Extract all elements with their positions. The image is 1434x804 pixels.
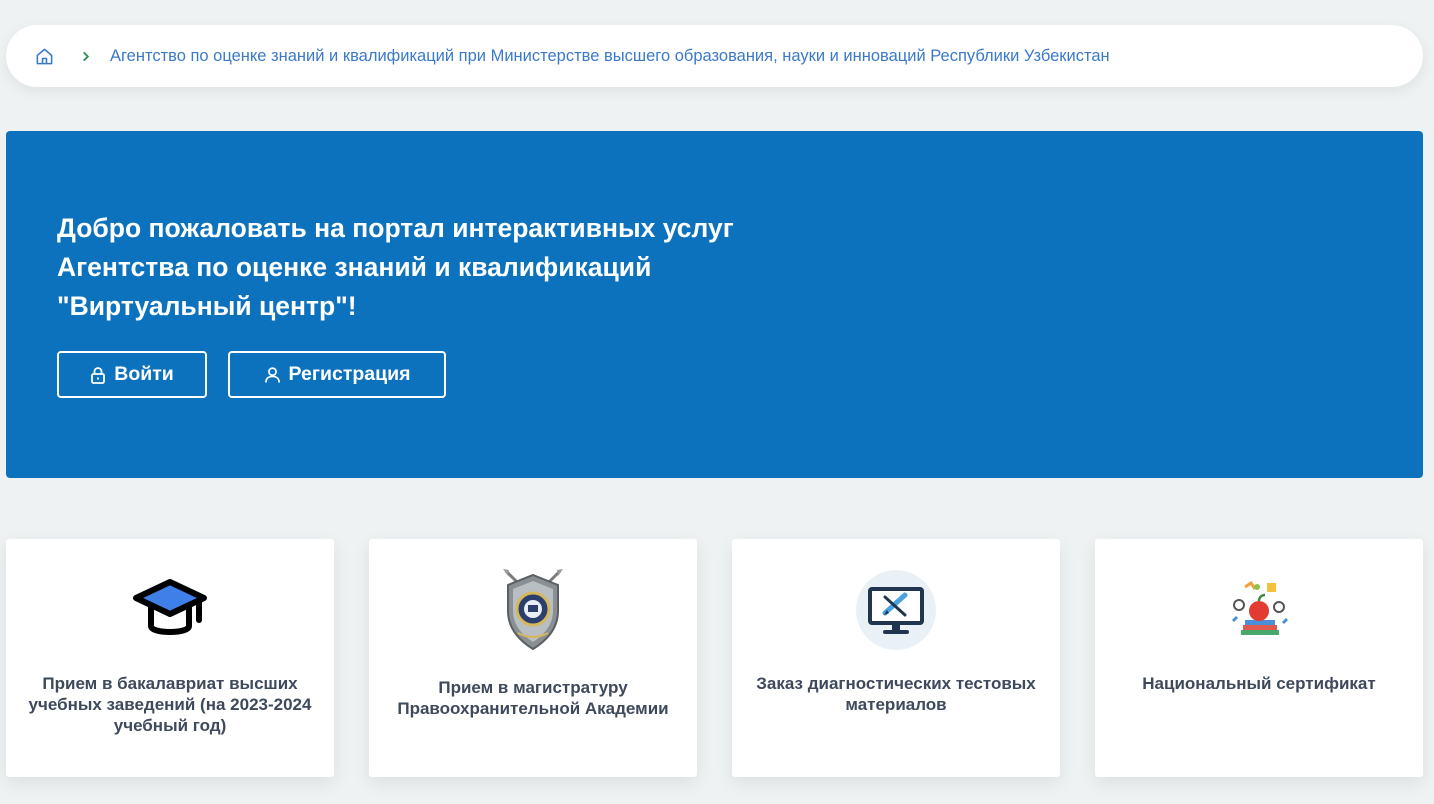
login-button[interactable]: Войти <box>57 351 207 398</box>
breadcrumb-current-link[interactable]: Агентство по оценке знаний и квалификаци… <box>110 47 1110 66</box>
chevron-right-icon <box>82 50 92 62</box>
card-national-certificate[interactable]: Национальный сертификат <box>1095 539 1423 777</box>
certificate-apple-icon <box>1217 567 1301 653</box>
card-label: Прием в бакалавриат высших учебных завед… <box>28 674 312 735</box>
hero-title-line: Добро пожаловать на портал интерактивных… <box>57 213 734 243</box>
card-label: Национальный сертификат <box>1142 674 1376 693</box>
register-button[interactable]: Регистрация <box>228 351 446 398</box>
card-master-academy[interactable]: Прием в магистратуру Правоохранительной … <box>369 539 697 777</box>
card-label: Заказ диагностических тестовых материало… <box>756 674 1036 714</box>
breadcrumb: Агентство по оценке знаний и квалификаци… <box>6 25 1423 87</box>
lock-icon <box>90 366 106 384</box>
card-diagnostic-tests[interactable]: Заказ диагностических тестовых материало… <box>732 539 1060 777</box>
hero-title-line: "Виртуальный центр"! <box>57 291 357 321</box>
user-icon <box>264 366 281 384</box>
academy-shield-emblem <box>491 567 575 653</box>
card-bachelor-admission[interactable]: Прием в бакалавриат высших учебных завед… <box>6 539 334 777</box>
hero-banner: Добро пожаловать на портал интерактивных… <box>6 131 1423 478</box>
login-button-label: Войти <box>114 363 174 385</box>
card-label: Прием в магистратуру Правоохранительной … <box>397 678 669 718</box>
hero-title-line: Агентства по оценке знаний и квалификаци… <box>57 252 652 282</box>
hero-title: Добро пожаловать на портал интерактивных… <box>57 209 837 326</box>
register-button-label: Регистрация <box>288 363 411 385</box>
graduation-cap-icon <box>128 567 212 653</box>
home-icon[interactable] <box>34 46 54 66</box>
monitor-test-icon <box>854 567 938 653</box>
